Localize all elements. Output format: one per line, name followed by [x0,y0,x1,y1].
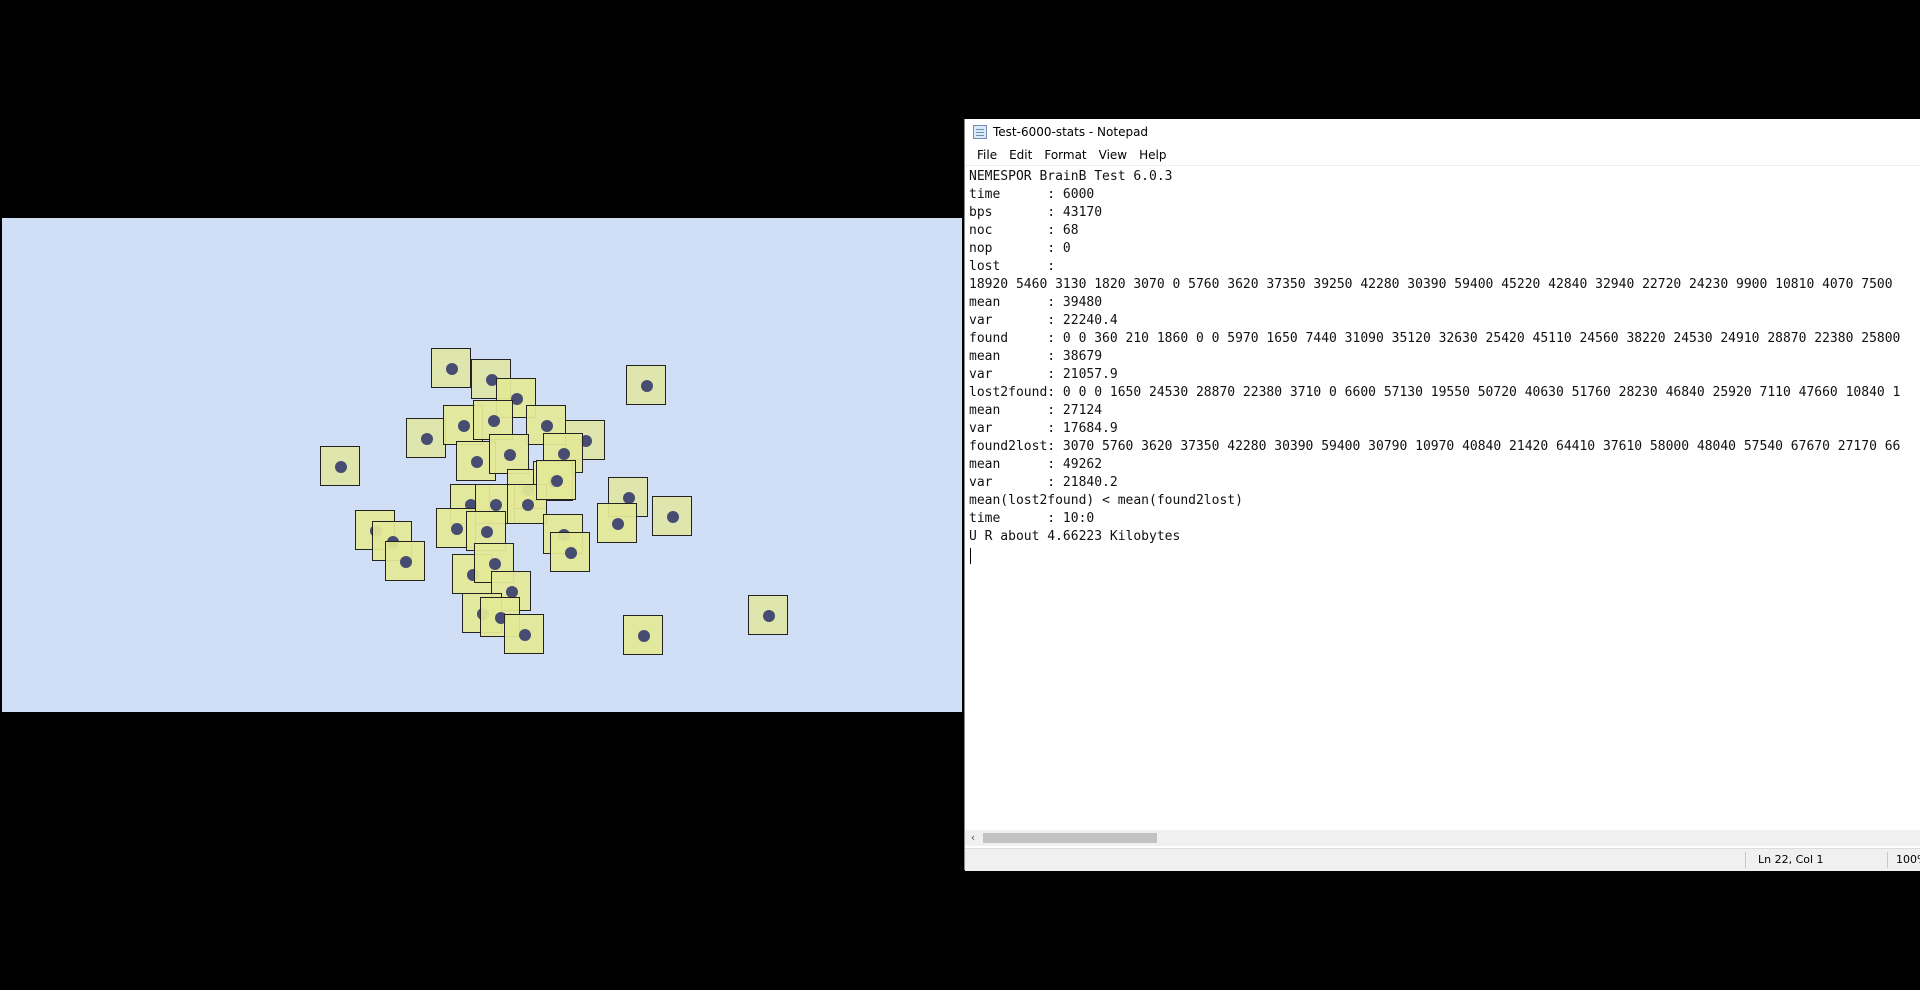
text-line: NEMESPOR BrainB Test 6.0.3 [969,169,1173,184]
text-line: found : 0 0 360 210 1860 0 0 5970 1650 7… [969,331,1901,346]
zoom-level: 100% [1896,853,1920,866]
text-line: mean : 27124 [969,403,1103,418]
text-editor[interactable]: NEMESPOR BrainB Test 6.0.3 time : 6000 bps… [969,168,1920,768]
text-cursor [970,548,971,564]
menu-bar: File Edit Format View Help [965,145,1920,166]
text-line: 18920 5460 3130 1820 3070 0 5760 3620 37… [969,277,1893,292]
text-line: var : 17684.9 [969,421,1118,436]
notepad-icon [973,125,987,139]
horizontal-scrollbar[interactable]: ‹ [965,830,1920,846]
agent-dot [490,499,502,511]
text-line: noc : 68 [969,223,1079,238]
text-line: var : 22240.4 [969,313,1118,328]
scrollbar-thumb[interactable] [983,833,1157,843]
agent-dot [558,448,570,460]
menu-format[interactable]: Format [1038,148,1092,162]
agent-box[interactable] [623,615,663,655]
agent-dot [488,415,500,427]
agent-box[interactable] [652,496,692,536]
agent-dot [667,511,679,523]
agent-box[interactable] [748,595,788,635]
text-line: time : 10:0 [969,511,1095,526]
agent-dot [421,433,433,445]
text-line: mean : 38679 [969,349,1103,364]
agent-box[interactable] [320,446,360,486]
agent-dot [565,547,577,559]
agent-box[interactable] [406,418,446,458]
text-line: nop : 0 [969,241,1071,256]
menu-help[interactable]: Help [1133,148,1172,162]
agent-box[interactable] [536,460,576,500]
agent-box[interactable] [431,348,471,388]
text-line: mean : 39480 [969,295,1103,310]
menu-edit[interactable]: Edit [1003,148,1038,162]
agent-dot [446,363,458,375]
cursor-position: Ln 22, Col 1 [1758,853,1824,866]
menu-file[interactable]: File [971,148,1003,162]
scroll-left-icon[interactable]: ‹ [967,830,979,846]
agent-dot [400,556,412,568]
text-line: lost2found: 0 0 0 1650 24530 28870 22380… [969,385,1901,400]
text-line: mean : 49262 [969,457,1103,472]
agent-box[interactable] [489,434,529,474]
status-separator [1745,852,1746,868]
agent-dot [458,420,470,432]
agent-dot [481,526,493,538]
status-bar: Ln 22, Col 1 100% [965,848,1920,871]
agent-dot [504,449,516,461]
agent-dot [489,558,501,570]
agent-dot [522,499,534,511]
agent-box[interactable] [626,365,666,405]
agent-dot [612,518,624,530]
agent-box[interactable] [597,503,637,543]
title-bar[interactable]: Test-6000-stats - Notepad [965,119,1920,145]
agent-box[interactable] [504,614,544,654]
text-line: lost : [969,259,1056,274]
agent-dot [335,461,347,473]
text-line: U R about 4.66223 Kilobytes [969,529,1181,544]
window-title: Test-6000-stats - Notepad [993,125,1149,139]
agent-dot [519,629,531,641]
agent-dot [471,456,483,468]
agent-box[interactable] [385,541,425,581]
text-line: time : 6000 [969,187,1095,202]
agent-dot [551,475,563,487]
agent-box[interactable] [550,532,590,572]
text-line: var : 21840.2 [969,475,1118,490]
agent-dot [641,380,653,392]
agent-dot [451,523,463,535]
agent-dot [541,420,553,432]
text-line: mean(lost2found) < mean(found2lost) [969,493,1243,508]
text-line: found2lost: 3070 5760 3620 37350 42280 3… [969,439,1901,454]
menu-view[interactable]: View [1093,148,1133,162]
agent-dot [763,610,775,622]
text-line: bps : 43170 [969,205,1103,220]
status-separator [1887,852,1888,868]
simulation-canvas[interactable] [2,218,962,712]
notepad-window: Test-6000-stats - Notepad File Edit Form… [964,119,1920,871]
agent-dot [638,630,650,642]
text-line: var : 21057.9 [969,367,1118,382]
